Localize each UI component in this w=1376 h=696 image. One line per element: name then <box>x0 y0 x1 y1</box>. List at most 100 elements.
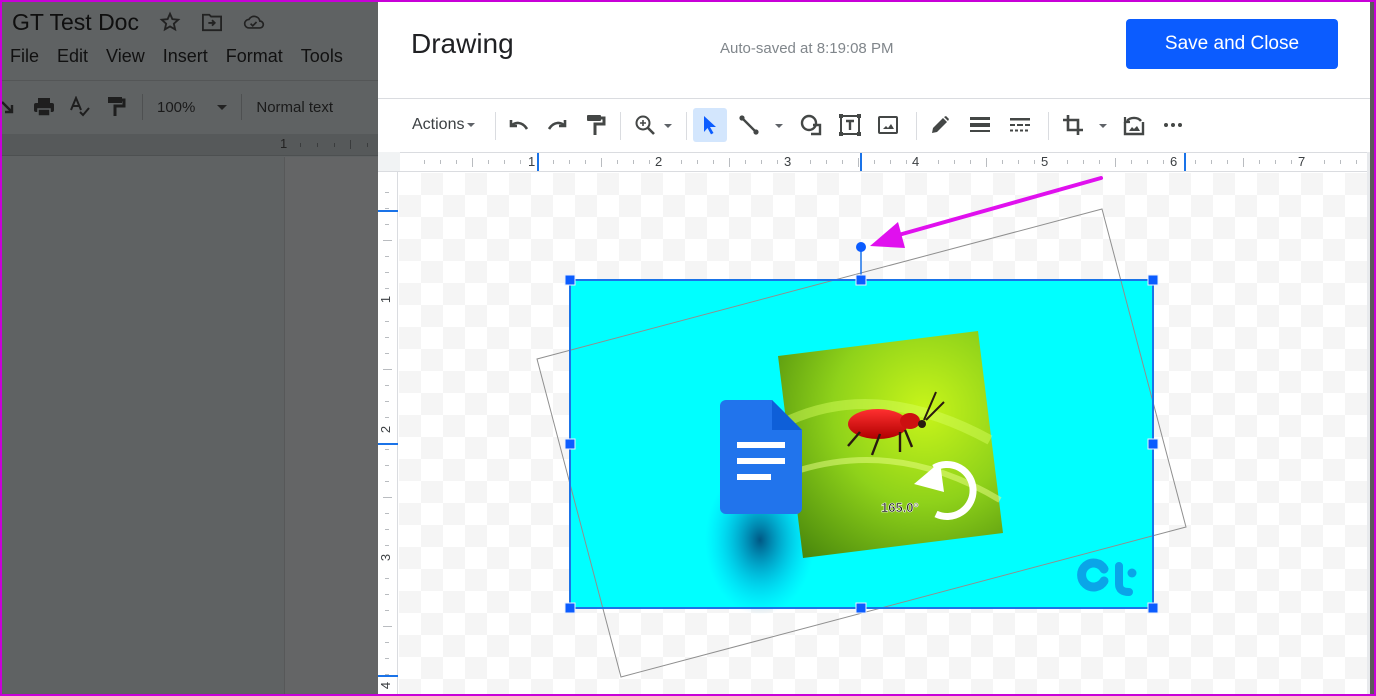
ruler-corner <box>378 152 400 172</box>
menu-insert[interactable]: Insert <box>163 46 208 67</box>
ruler-tick <box>568 160 570 164</box>
drawing-canvas[interactable] <box>399 173 1367 696</box>
menu-format[interactable]: Format <box>226 46 283 67</box>
ruler-tick <box>385 208 389 210</box>
paint-format-button[interactable] <box>579 108 613 142</box>
cloud-saved-icon[interactable] <box>243 11 265 33</box>
ruler-tick <box>1034 160 1036 164</box>
ruler-tick <box>456 160 458 164</box>
hruler-label-7: 7 <box>1298 154 1306 169</box>
toolbar-divider <box>916 112 917 140</box>
image-tool-button[interactable] <box>871 108 905 142</box>
toolbar-divider <box>686 112 687 140</box>
ruler-tick <box>681 160 683 164</box>
chevron-down-icon <box>467 123 476 127</box>
ruler-tick <box>367 143 368 147</box>
ruler-tick <box>385 657 389 659</box>
ruler-tick <box>385 465 389 467</box>
zoom-select[interactable]: 100% <box>157 99 195 116</box>
ruler-tick <box>385 416 389 418</box>
paint-format-icon[interactable] <box>104 95 128 119</box>
menu-file[interactable]: File <box>10 46 39 67</box>
vruler-label-4: 4 <box>378 681 394 690</box>
hruler-label-2: 2 <box>655 154 663 169</box>
crop-dropdown-caret[interactable] <box>1099 124 1107 128</box>
vruler-label-1: 1 <box>378 295 394 304</box>
more-options-button[interactable] <box>1156 108 1190 142</box>
ruler-tick <box>1066 160 1068 164</box>
ruler-tick <box>385 272 389 274</box>
ruler-tick <box>1114 158 1116 167</box>
ruler-tick <box>889 160 891 164</box>
ruler-tick <box>385 224 389 226</box>
menu-edit[interactable]: Edit <box>57 46 88 67</box>
more-horizontal-icon <box>1164 123 1182 127</box>
shape-tool-button[interactable] <box>794 108 828 142</box>
paragraph-style-select[interactable]: Normal text <box>256 99 333 116</box>
redo-partial-icon[interactable] <box>0 95 20 119</box>
border-weight-button[interactable] <box>963 108 997 142</box>
menu-tools[interactable]: Tools <box>301 46 343 67</box>
zoom-dropdown-caret[interactable] <box>664 124 672 128</box>
ruler-tick <box>385 593 389 595</box>
shape-icon <box>800 114 822 136</box>
ruler-tick <box>1162 160 1164 164</box>
actions-menu-button[interactable]: Actions <box>412 116 476 134</box>
ruler-tick <box>1146 160 1148 164</box>
vruler-label-2: 2 <box>378 425 394 434</box>
text-box-tool-button[interactable] <box>833 108 867 142</box>
line-dropdown-caret[interactable] <box>775 124 783 128</box>
ruler-tick <box>383 625 392 627</box>
ruler-tick <box>424 160 426 164</box>
ruler-tick <box>857 158 859 167</box>
ruler-tick <box>1130 160 1132 164</box>
zoom-button[interactable] <box>628 108 662 142</box>
ruler-tick <box>385 481 389 483</box>
ruler-tick <box>385 192 389 194</box>
docs-background: GT Test Doc File Edit View Insert Format… <box>0 0 378 696</box>
print-icon[interactable] <box>32 95 56 119</box>
ruler-selection-marker <box>378 210 398 212</box>
undo-button[interactable] <box>502 108 536 142</box>
redo-button[interactable] <box>540 108 574 142</box>
ruler-tick <box>385 288 389 290</box>
chevron-down-icon[interactable] <box>217 104 228 110</box>
ruler-tick <box>385 256 389 258</box>
move-to-folder-icon[interactable] <box>201 11 223 33</box>
crop-button[interactable] <box>1056 108 1090 142</box>
select-tool-button[interactable] <box>693 108 727 142</box>
ruler-tick <box>1211 160 1213 164</box>
ruler-tick <box>713 160 715 164</box>
doc-title[interactable]: GT Test Doc <box>12 9 139 36</box>
line-tool-button[interactable] <box>732 108 766 142</box>
ruler-tick <box>1195 160 1197 164</box>
ruler-tick <box>745 160 747 164</box>
line-icon <box>739 115 759 135</box>
ruler-tick <box>809 160 811 164</box>
zoom-in-icon <box>635 115 655 135</box>
star-icon[interactable] <box>159 11 181 33</box>
ruler-tick <box>383 368 392 370</box>
horizontal-ruler[interactable]: 1 2 3 4 5 6 7 <box>400 152 1370 172</box>
vertical-ruler[interactable]: 1 2 3 4 <box>378 172 398 696</box>
autosave-status: Auto-saved at 8:19:08 PM <box>720 40 894 57</box>
spellcheck-icon[interactable] <box>68 95 92 119</box>
ruler-tick <box>385 336 389 338</box>
border-color-button[interactable] <box>923 108 957 142</box>
save-and-close-button[interactable]: Save and Close <box>1126 19 1338 69</box>
ruler-tick <box>1227 160 1229 164</box>
menu-view[interactable]: View <box>106 46 145 67</box>
hruler-label-1: 1 <box>528 154 536 169</box>
reset-image-button[interactable] <box>1117 108 1151 142</box>
doc-menubar: File Edit View Insert Format Tools <box>10 46 343 67</box>
ruler-tick <box>905 160 907 164</box>
ruler-tick <box>584 160 586 164</box>
ruler-tick <box>385 641 389 643</box>
redo-icon <box>547 120 567 130</box>
ruler-tick <box>1018 160 1020 164</box>
actions-label: Actions <box>412 116 465 133</box>
ruler-tick <box>385 609 389 611</box>
border-dash-button[interactable] <box>1003 108 1037 142</box>
ruler-selection-marker <box>378 675 398 677</box>
ruler-selection-marker <box>537 153 539 171</box>
